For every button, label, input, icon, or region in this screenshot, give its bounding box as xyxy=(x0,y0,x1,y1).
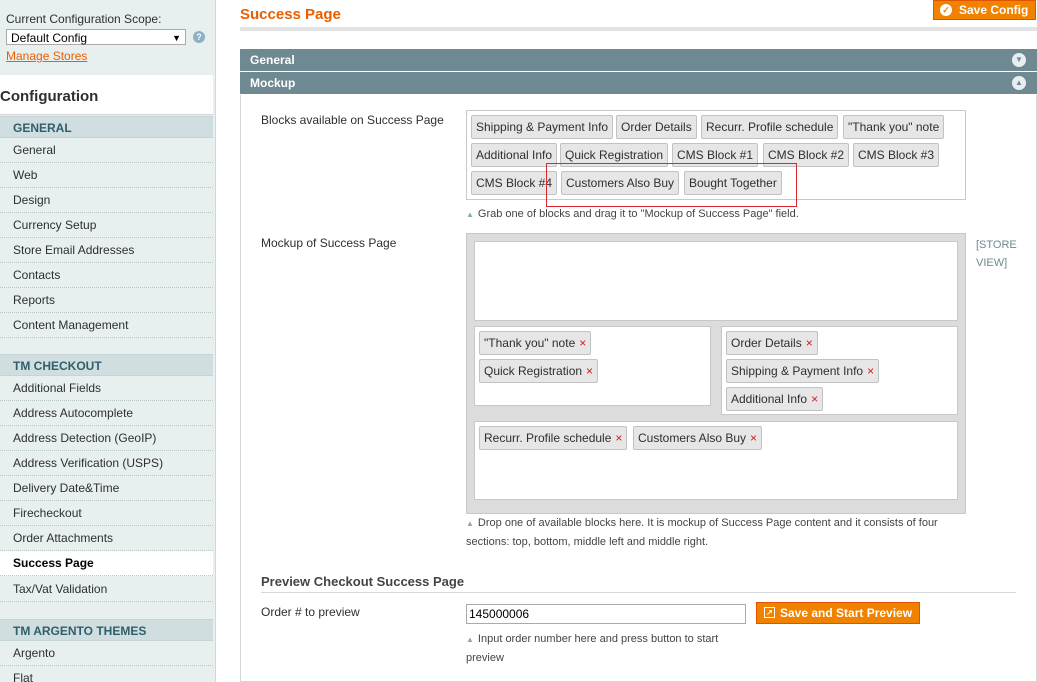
section-mockup[interactable]: Mockup ▲ xyxy=(240,72,1037,94)
group-title-tm-argento-themes[interactable]: TM ARGENTO THEMES xyxy=(0,619,213,641)
order-number-input[interactable] xyxy=(466,604,746,624)
mockup-block[interactable]: Quick Registration × xyxy=(479,359,599,383)
section-general[interactable]: General ▼ xyxy=(240,49,1037,71)
preview-heading: Preview Checkout Success Page xyxy=(261,574,465,589)
external-link-icon: ↗ xyxy=(764,607,775,618)
title-divider xyxy=(240,27,1037,31)
mockup-block[interactable]: Order Details × xyxy=(726,331,818,355)
sidebar-item-design[interactable]: Design xyxy=(0,188,213,213)
group-title-tm-checkout[interactable]: TM CHECKOUT xyxy=(0,354,213,376)
mockup-note: ▲ Drop one of available blocks here. It i… xyxy=(466,514,966,551)
scope-select[interactable]: Default Config ▼ xyxy=(6,29,186,45)
mockup-block-label: "Thank you" note xyxy=(484,336,576,350)
block-cms-block-2[interactable]: CMS Block #2 xyxy=(763,143,850,167)
mockup-block-label: Quick Registration xyxy=(484,364,583,378)
block-order-details[interactable]: Order Details xyxy=(616,115,697,139)
save-config-button[interactable]: ✓ Save Config xyxy=(933,0,1036,20)
block-recurr-profile-schedule[interactable]: Recurr. Profile schedule xyxy=(701,115,839,139)
group-title-general[interactable]: GENERAL xyxy=(0,116,213,138)
save-config-label: Save Config xyxy=(959,3,1029,17)
block-cms-block-3[interactable]: CMS Block #3 xyxy=(853,143,940,167)
sidebar-item-address-detection[interactable]: Address Detection (GeoIP) xyxy=(0,426,213,451)
preview-note: ▲ Input order number here and press butto… xyxy=(466,630,736,667)
triangle-icon: ▲ xyxy=(466,635,474,644)
mockup-block[interactable]: Additional Info × xyxy=(726,387,824,411)
save-and-start-preview-button[interactable]: ↗ Save and Start Preview xyxy=(756,602,920,624)
remove-icon[interactable]: × xyxy=(615,431,622,445)
scope-label: Current Configuration Scope: xyxy=(6,12,162,26)
sidebar-item-tax-vat-validation[interactable]: Tax/Vat Validation xyxy=(0,577,213,602)
block-bought-together[interactable]: Bought Together xyxy=(684,171,782,195)
available-blocks-label: Blocks available on Success Page xyxy=(261,113,444,127)
remove-icon[interactable]: × xyxy=(867,364,874,378)
sidebar-item-address-autocomplete[interactable]: Address Autocomplete xyxy=(0,401,213,426)
sidebar-item-argento[interactable]: Argento xyxy=(0,641,213,666)
block-thank-you-note[interactable]: "Thank you" note xyxy=(843,115,945,139)
available-note-text: Grab one of blocks and drag it to "Mocku… xyxy=(477,208,799,220)
sidebar-item-delivery-date-time[interactable]: Delivery Date&Time xyxy=(0,476,213,501)
store-view-scope: [STORE VIEW] xyxy=(976,239,1017,269)
preview-note-text: Input order number here and press button… xyxy=(466,633,719,664)
order-number-label: Order # to preview xyxy=(261,605,360,619)
sidebar-item-firecheckout[interactable]: Firecheckout xyxy=(0,501,213,526)
block-quick-registration[interactable]: Quick Registration xyxy=(560,143,669,167)
remove-icon[interactable]: × xyxy=(579,336,586,350)
mockup-block-label: Additional Info xyxy=(731,392,808,406)
triangle-icon: ▲ xyxy=(466,210,474,219)
mockup-block-label: Order Details xyxy=(731,336,802,350)
remove-icon[interactable]: × xyxy=(806,336,813,350)
section-mockup-title: Mockup xyxy=(250,76,296,90)
sidebar-item-contacts[interactable]: Contacts xyxy=(0,263,213,288)
preview-button-label: Save and Start Preview xyxy=(780,606,913,620)
sidebar: Current Configuration Scope: Default Con… xyxy=(0,0,216,682)
sidebar-item-web[interactable]: Web xyxy=(0,163,213,188)
sidebar-item-general[interactable]: General xyxy=(0,138,213,163)
mockup-block[interactable]: Customers Also Buy × xyxy=(633,426,763,450)
sidebar-item-currency-setup[interactable]: Currency Setup xyxy=(0,213,213,238)
block-customers-also-buy[interactable]: Customers Also Buy xyxy=(561,171,680,195)
mockup-label: Mockup of Success Page xyxy=(261,236,397,250)
scope-select-value: Default Config xyxy=(11,31,88,45)
mockup-block-label: Shipping & Payment Info xyxy=(731,364,864,378)
sidebar-item-order-attachments[interactable]: Order Attachments xyxy=(0,526,213,551)
sidebar-item-content-management[interactable]: Content Management xyxy=(0,313,213,338)
expand-icon[interactable]: ▼ xyxy=(1012,53,1026,67)
block-shipping-payment-info[interactable]: Shipping & Payment Info xyxy=(471,115,614,139)
remove-icon[interactable]: × xyxy=(586,364,593,378)
manage-stores-link[interactable]: Manage Stores xyxy=(6,49,87,63)
section-general-title: General xyxy=(250,53,295,67)
available-blocks-note: ▲ Grab one of blocks and drag it to "Mock… xyxy=(466,205,986,224)
preview-divider xyxy=(261,592,1016,593)
help-icon[interactable]: ? xyxy=(193,31,205,43)
sidebar-item-flat[interactable]: Flat xyxy=(0,666,213,682)
page-title: Success Page xyxy=(240,6,341,23)
remove-icon[interactable]: × xyxy=(750,431,757,445)
sidebar-item-success-page[interactable]: Success Page xyxy=(0,551,213,576)
mockup-block-label: Recurr. Profile schedule xyxy=(484,431,612,445)
check-icon: ✓ xyxy=(940,4,952,16)
triangle-icon: ▲ xyxy=(466,519,474,528)
block-cms-block-1[interactable]: CMS Block #1 xyxy=(672,143,759,167)
mockup-zone-top[interactable] xyxy=(474,241,958,321)
mockup-note-text: Drop one of available blocks here. It is… xyxy=(466,517,938,548)
mockup-block[interactable]: Recurr. Profile schedule × xyxy=(479,426,628,450)
sidebar-item-reports[interactable]: Reports xyxy=(0,288,213,313)
mockup-block[interactable]: Shipping & Payment Info × xyxy=(726,359,880,383)
sidebar-item-address-verification[interactable]: Address Verification (USPS) xyxy=(0,451,213,476)
block-additional-info[interactable]: Additional Info xyxy=(471,143,558,167)
collapse-icon[interactable]: ▲ xyxy=(1012,76,1026,90)
sidebar-item-store-email-addresses[interactable]: Store Email Addresses xyxy=(0,238,213,263)
chevron-down-icon: ▼ xyxy=(172,33,181,43)
sidebar-item-additional-fields[interactable]: Additional Fields xyxy=(0,376,213,401)
mockup-block-label: Customers Also Buy xyxy=(638,431,747,445)
remove-icon[interactable]: × xyxy=(811,392,818,406)
mockup-block[interactable]: "Thank you" note × xyxy=(479,331,592,355)
configuration-heading: Configuration xyxy=(0,75,213,115)
block-cms-block-4[interactable]: CMS Block #4 xyxy=(471,171,558,195)
